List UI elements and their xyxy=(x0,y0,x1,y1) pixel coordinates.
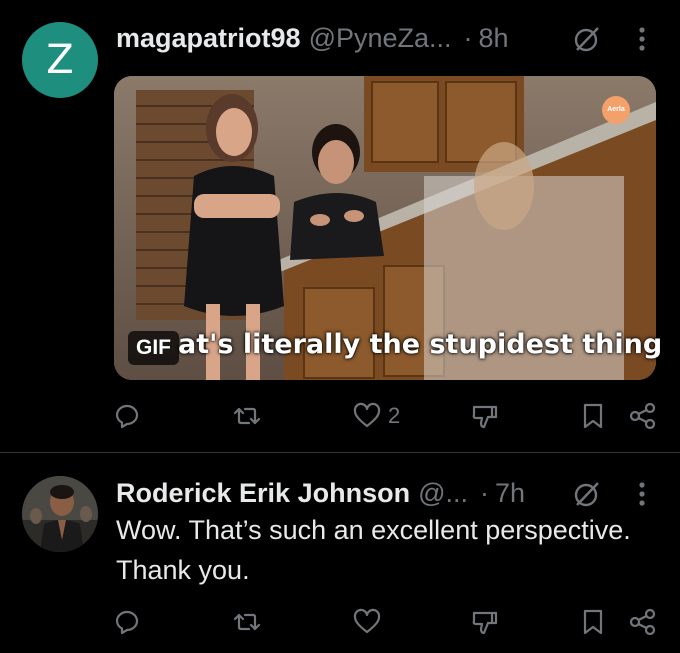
bookmark-icon xyxy=(583,403,603,429)
avatar-image xyxy=(22,476,98,552)
thumbs-down-icon xyxy=(472,611,498,635)
post-1-header: magapatriot98 @PyneZa... · 8h xyxy=(116,20,509,56)
post-2-actions xyxy=(0,602,680,642)
handle[interactable]: @... xyxy=(418,478,468,509)
downvote-button[interactable] xyxy=(470,602,500,642)
repost-button[interactable] xyxy=(232,602,262,642)
reply-icon xyxy=(115,404,139,429)
more-icon[interactable] xyxy=(636,479,648,509)
bookmark-button[interactable] xyxy=(578,396,608,436)
separator: · xyxy=(463,22,473,53)
avatar-photo[interactable] xyxy=(22,476,98,552)
gif-caption: at's literally the stupidest thing xyxy=(178,329,663,360)
share-button[interactable] xyxy=(628,602,658,642)
display-name[interactable]: magapatriot98 xyxy=(116,23,301,54)
post-text: Wow. That’s such an excellent perspectiv… xyxy=(116,515,631,585)
grok-icon[interactable] xyxy=(572,479,602,509)
like-button[interactable]: 2 xyxy=(352,396,400,436)
handle[interactable]: @PyneZa... xyxy=(309,23,452,54)
more-icon[interactable] xyxy=(636,24,648,54)
like-icon xyxy=(353,402,381,428)
grok-icon[interactable] xyxy=(572,24,602,54)
reply-button[interactable] xyxy=(112,396,142,436)
post-1-actions: 2 xyxy=(0,396,680,436)
downvote-button[interactable] xyxy=(470,396,500,436)
display-name[interactable]: Roderick Erik Johnson xyxy=(116,478,410,509)
bookmark-button[interactable] xyxy=(578,602,608,642)
share-button[interactable] xyxy=(628,396,658,436)
bookmark-icon xyxy=(583,609,603,635)
reply-icon xyxy=(115,610,139,635)
share-icon xyxy=(629,608,656,636)
separator: · xyxy=(480,477,489,508)
timestamp[interactable]: 8h xyxy=(479,23,509,54)
repost-icon xyxy=(233,613,261,631)
watermark-logo: Aerla xyxy=(602,96,630,124)
post-2-header: Roderick Erik Johnson @... · 7h xyxy=(116,475,525,511)
like-icon xyxy=(353,608,381,634)
gif-badge: GIF xyxy=(128,331,179,365)
like-button[interactable] xyxy=(352,602,382,642)
like-count: 2 xyxy=(388,403,401,428)
timestamp[interactable]: 7h xyxy=(495,478,525,509)
thumbs-down-icon xyxy=(472,405,498,429)
share-icon xyxy=(629,402,656,430)
avatar-letter: Z xyxy=(46,37,74,83)
repost-icon xyxy=(233,407,261,425)
repost-button[interactable] xyxy=(232,396,262,436)
avatar[interactable]: Z xyxy=(22,22,98,98)
reply-button[interactable] xyxy=(112,602,142,642)
